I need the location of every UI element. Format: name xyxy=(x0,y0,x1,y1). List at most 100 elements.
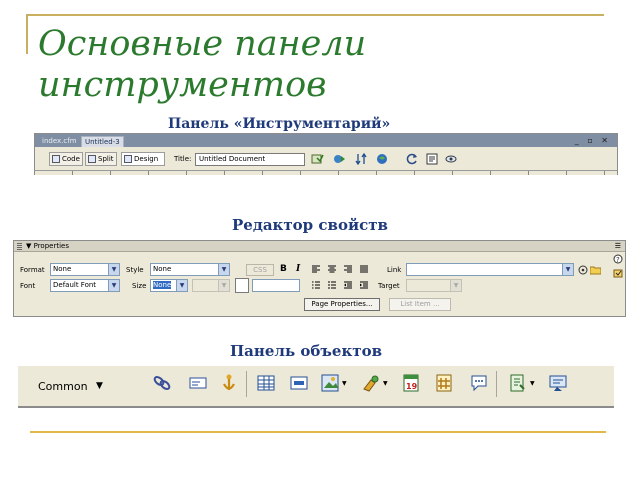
style-label: Style xyxy=(126,266,144,274)
table-icon[interactable] xyxy=(256,373,276,393)
text-color-input[interactable] xyxy=(252,279,300,292)
preview-debug-icon[interactable] xyxy=(333,153,346,165)
target-label: Target xyxy=(378,282,400,290)
indent-icon[interactable] xyxy=(360,281,368,289)
document-tab-strip: index.cfm Untitled-3 _ ▫ ✕ xyxy=(35,134,617,147)
link-label: Link xyxy=(387,266,402,274)
size-label: Size xyxy=(132,282,147,290)
italic-button[interactable]: I xyxy=(296,264,300,275)
hyperlink-icon[interactable] xyxy=(152,373,172,393)
design-view-button[interactable]: Design xyxy=(121,152,165,166)
page-properties-button[interactable]: Page Properties... xyxy=(304,298,380,311)
category-dropdown-arrow-icon[interactable]: ▼ xyxy=(96,379,103,393)
document-title-input[interactable]: Untitled Document xyxy=(195,153,305,166)
email-link-icon[interactable] xyxy=(188,373,208,393)
format-value: None xyxy=(53,265,72,273)
document-toolbar: index.cfm Untitled-3 _ ▫ ✕ Code Split De… xyxy=(34,133,618,175)
format-label: Format xyxy=(20,266,45,274)
design-view-label: Design xyxy=(134,155,159,163)
chevron-down-icon: ▼ xyxy=(108,280,119,291)
outdent-icon[interactable] xyxy=(344,281,352,289)
caption-document-toolbar: Панель «Инструментарий» xyxy=(168,116,391,132)
align-right-icon[interactable] xyxy=(344,265,352,273)
document-tab-index[interactable]: index.cfm xyxy=(39,136,80,147)
visual-aids-icon[interactable] xyxy=(445,153,458,165)
panel-grip-icon[interactable] xyxy=(17,243,22,250)
unordered-list-icon[interactable] xyxy=(312,281,320,289)
chevron-down-icon: ▼ xyxy=(450,280,461,291)
browse-folder-icon[interactable] xyxy=(590,265,601,275)
size-value: None xyxy=(153,281,172,289)
properties-header[interactable]: ▼ Properties ☰ xyxy=(14,241,625,252)
insert-category-label[interactable]: Common xyxy=(38,380,88,394)
panel-options-icon[interactable]: ☰ xyxy=(615,242,621,251)
align-center-icon[interactable] xyxy=(328,265,336,273)
help-icon[interactable]: ? xyxy=(613,254,623,264)
browser-check-icon[interactable] xyxy=(376,153,389,165)
size-select[interactable]: None ▼ xyxy=(150,279,188,292)
toolbar-separator xyxy=(246,371,247,397)
chevron-down-icon: ▼ xyxy=(108,264,119,275)
slide-title: Основные панели инструментов xyxy=(38,24,367,105)
chevron-down-icon: ▼ xyxy=(218,264,229,275)
font-label: Font xyxy=(20,282,36,290)
design-view-icon xyxy=(124,155,132,163)
title-label: Title: xyxy=(174,155,192,163)
toolbar-separator xyxy=(496,371,497,397)
svg-text:?: ? xyxy=(616,256,620,264)
point-to-file-icon[interactable] xyxy=(578,265,588,275)
style-value: None xyxy=(153,265,172,273)
document-tab-untitled[interactable]: Untitled-3 xyxy=(81,136,124,147)
chevron-down-icon: ▼ xyxy=(218,280,229,291)
image-dropdown-icon[interactable]: ▼ xyxy=(342,380,347,388)
format-select[interactable]: None ▼ xyxy=(50,263,120,276)
decorative-top-rule xyxy=(26,14,604,16)
date-icon[interactable]: 19 xyxy=(401,373,421,393)
code-view-button[interactable]: Code xyxy=(49,152,83,166)
chevron-down-icon: ▼ xyxy=(562,264,573,275)
horizontal-ruler xyxy=(35,170,617,175)
chevron-down-icon: ▼ xyxy=(176,280,187,291)
split-view-icon xyxy=(88,155,96,163)
validate-markup-icon[interactable] xyxy=(355,153,368,165)
media-icon[interactable] xyxy=(361,373,381,393)
split-view-label: Split xyxy=(98,155,114,163)
ordered-list-icon[interactable] xyxy=(328,281,336,289)
view-options-icon[interactable] xyxy=(426,153,439,165)
properties-title: ▼ Properties xyxy=(26,242,69,250)
link-input[interactable]: ▼ xyxy=(406,263,574,276)
list-item-button[interactable]: List Item ... xyxy=(389,298,451,311)
caption-insert-bar: Панель объектов xyxy=(230,342,382,360)
templates-icon[interactable] xyxy=(508,373,528,393)
css-button[interactable]: CSS xyxy=(246,264,274,276)
style-select[interactable]: None ▼ xyxy=(150,263,230,276)
code-view-icon xyxy=(52,155,60,163)
decorative-bottom-rule xyxy=(30,431,606,433)
justify-icon[interactable] xyxy=(360,265,368,273)
split-view-button[interactable]: Split xyxy=(85,152,117,166)
text-color-swatch[interactable] xyxy=(235,278,249,293)
bold-button[interactable]: B xyxy=(280,264,287,275)
property-inspector: ▼ Properties ☰ Format None ▼ Style None … xyxy=(13,240,626,317)
comment-icon[interactable] xyxy=(469,373,489,393)
font-select[interactable]: Default Font ▼ xyxy=(50,279,120,292)
media-dropdown-icon[interactable]: ▼ xyxy=(383,380,388,388)
insert-div-icon[interactable] xyxy=(289,373,309,393)
refresh-icon[interactable] xyxy=(406,153,419,165)
target-select[interactable]: ▼ xyxy=(406,279,462,292)
image-icon[interactable] xyxy=(320,373,340,393)
file-management-icon[interactable] xyxy=(311,153,324,165)
document-tools-row: Code Split Design Title: Untitled Docume… xyxy=(35,148,617,168)
window-controls[interactable]: _ ▫ ✕ xyxy=(575,136,611,145)
templates-dropdown-icon[interactable]: ▼ xyxy=(530,380,535,388)
tag-chooser-icon[interactable] xyxy=(548,373,568,393)
quick-tag-editor-icon[interactable] xyxy=(613,268,623,278)
code-view-label: Code xyxy=(62,155,80,163)
size-unit-select[interactable]: ▼ xyxy=(192,279,230,292)
caption-property-inspector: Редактор свойств xyxy=(232,216,388,234)
server-side-include-icon[interactable] xyxy=(434,373,454,393)
decorative-vertical-rule xyxy=(26,14,28,54)
font-value: Default Font xyxy=(53,281,97,289)
named-anchor-icon[interactable] xyxy=(219,373,239,393)
align-left-icon[interactable] xyxy=(312,265,320,273)
